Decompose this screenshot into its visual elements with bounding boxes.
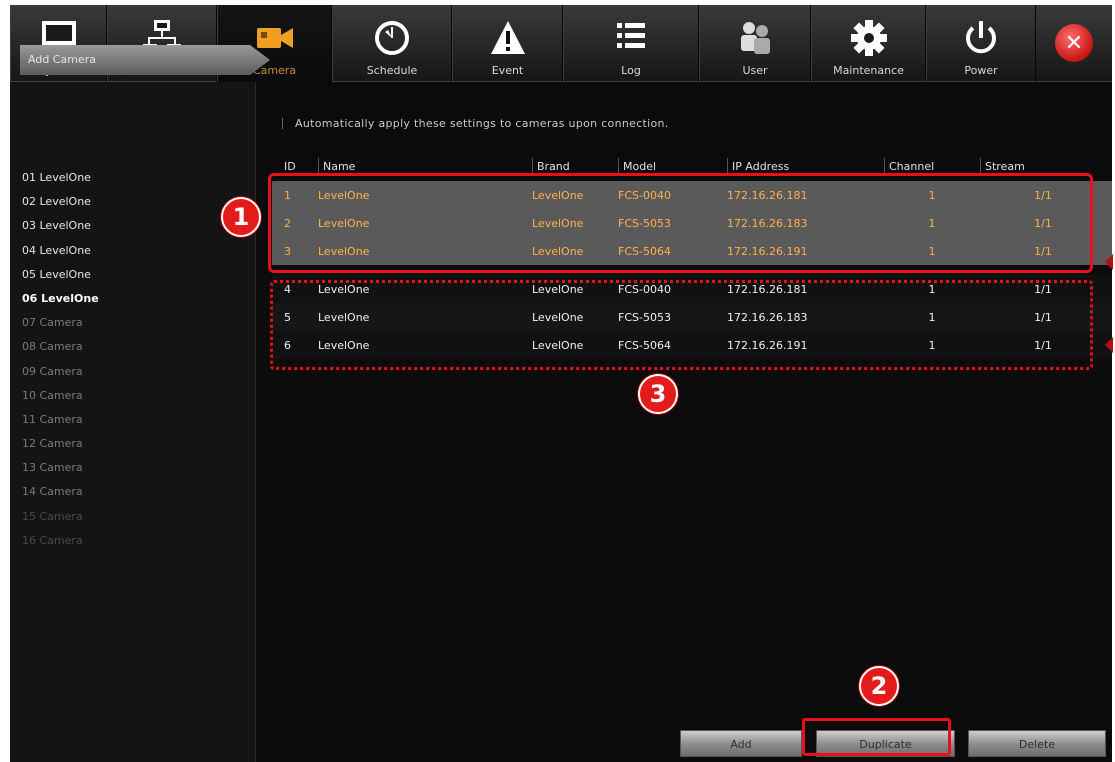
camera-list-item[interactable]: 02 LevelOne	[22, 190, 99, 214]
camera-list-item[interactable]: 14 Camera	[22, 480, 99, 504]
close-button[interactable]: ✕	[1036, 5, 1112, 81]
tab-event[interactable]: Event	[452, 5, 563, 82]
duplicated-rows-highlight	[270, 280, 1093, 370]
camera-list-item[interactable]: 11 Camera	[22, 408, 99, 432]
annotation-badge-2: 2	[859, 666, 899, 706]
add-button[interactable]: Add	[680, 730, 802, 757]
tab-label: Log	[621, 64, 641, 77]
camera-list-item[interactable]: 13 Camera	[22, 456, 99, 480]
camera-list-item[interactable]: 10 Camera	[22, 384, 99, 408]
camera-list-item[interactable]: 12 Camera	[22, 432, 99, 456]
warning-icon	[490, 21, 525, 54]
camera-list-item[interactable]: 15 Camera	[22, 505, 99, 529]
auto-apply-notice: Automatically apply these settings to ca…	[295, 117, 669, 130]
selected-rows-highlight	[268, 173, 1093, 273]
users-icon	[741, 22, 770, 54]
camera-list: 01 LevelOne 02 LevelOne 03 LevelOne 04 L…	[22, 166, 99, 553]
power-icon	[966, 21, 996, 54]
camera-list-item[interactable]: 16 Camera	[22, 529, 99, 553]
camera-list-item[interactable]: 07 Camera	[22, 311, 99, 335]
clock-icon	[375, 21, 409, 55]
auto-apply-checkbox[interactable]	[282, 118, 291, 129]
tab-user[interactable]: User	[699, 5, 811, 82]
tab-label: User	[742, 64, 768, 77]
annotation-badge-3: 3	[638, 374, 678, 414]
arrow-marker	[1105, 337, 1113, 353]
list-icon	[617, 23, 645, 48]
tab-label: Event	[491, 64, 524, 77]
gear-icon	[850, 20, 887, 56]
camera-list-item[interactable]: 01 LevelOne	[22, 166, 99, 190]
camera-list-item[interactable]: 05 LevelOne	[22, 263, 99, 287]
tab-label: Power	[964, 64, 998, 77]
tab-label: Schedule	[366, 64, 418, 77]
camera-list-item[interactable]: 09 Camera	[22, 360, 99, 384]
tab-power[interactable]: Power	[926, 5, 1036, 82]
add-camera-tab[interactable]: Add Camera	[20, 45, 270, 75]
tab-maintenance[interactable]: Maintenance	[811, 5, 926, 82]
camera-list-item[interactable]: 03 LevelOne	[22, 214, 99, 238]
close-icon: ✕	[1055, 24, 1093, 62]
tab-label: Maintenance	[833, 64, 904, 77]
tab-schedule[interactable]: Schedule	[332, 5, 452, 82]
nvr-window: System Network Camera Schedule Event Log…	[10, 5, 1112, 762]
camera-list-item[interactable]: 08 Camera	[22, 335, 99, 359]
annotation-badge-1: 1	[221, 197, 261, 237]
tab-log[interactable]: Log	[563, 5, 699, 82]
arrow-marker	[1105, 254, 1113, 270]
camera-icon	[256, 28, 293, 48]
camera-list-item[interactable]: 04 LevelOne	[22, 239, 99, 263]
duplicate-button-highlight	[802, 718, 951, 756]
delete-button[interactable]: Delete	[968, 730, 1106, 757]
camera-list-item[interactable]: 06 LevelOne	[22, 287, 99, 311]
